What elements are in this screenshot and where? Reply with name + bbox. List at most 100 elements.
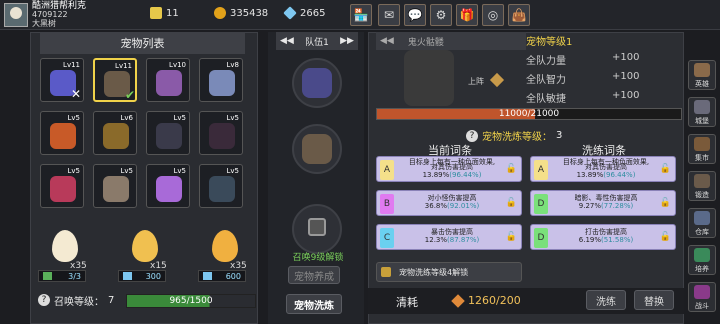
player-title: 大黑树 — [32, 19, 56, 28]
side-menu-icon — [694, 285, 710, 299]
pet-level-label: Lv5 — [226, 167, 240, 175]
lock-icon[interactable]: 🔓 — [660, 232, 671, 242]
pet-level-label: Lv5 — [67, 167, 81, 175]
diamond-icon — [283, 6, 297, 20]
affix-desc: 暗影、毒性伤害提高 — [574, 194, 638, 202]
egg-icon — [132, 230, 158, 262]
affix-desc: 暴击伤害提高 — [431, 228, 473, 236]
pet-level: 宠物等级1 — [526, 37, 573, 48]
egg-1[interactable]: x35 — [42, 226, 88, 276]
mail-icon[interactable]: ✉ — [378, 4, 400, 26]
side-menu-icon — [694, 174, 710, 188]
pet-cell[interactable]: Lv5 — [40, 111, 84, 155]
pet-wash-button[interactable]: 宠物洗炼 — [286, 294, 342, 314]
side-menu-item[interactable]: 培养 — [688, 245, 716, 275]
washed-affix-list: A 目标身上每有一种负面效果, 对其伤害提高 13.89%(96.44%) 🔓 D 暗影、毒… — [530, 156, 680, 256]
pet-cell[interactable]: Lv5 — [199, 164, 243, 208]
wash-stone-icon — [451, 293, 465, 308]
side-menu-label: 锻造 — [695, 191, 709, 199]
affix-line-2: 暗影、毒性伤害提高 9.27%(77.28%) — [551, 194, 661, 210]
affix-desc: 对其伤害提高 — [431, 163, 473, 171]
affix-range: (92.01%) — [447, 202, 480, 210]
pet-cell[interactable]: Lv5 — [199, 111, 243, 155]
affix-card[interactable]: D 暗影、毒性伤害提高 9.27%(77.28%) 🔓 — [530, 190, 676, 216]
pet-cell[interactable]: Lv5 — [146, 111, 190, 155]
side-menu-item[interactable]: 集市 — [688, 134, 716, 164]
affix-card[interactable]: D 打击伤害提高 6.19%(51.58%) 🔓 — [530, 224, 676, 250]
chat-icon[interactable]: 💬 — [404, 4, 426, 26]
affix-card[interactable]: C 暴击伤害提高 12.3%(87.87%) 🔓 — [376, 224, 522, 250]
pet-cell[interactable]: Lv10 — [146, 58, 190, 102]
pet-cell[interactable]: Lv5 — [146, 164, 190, 208]
affix-line-2: 打击伤害提高 6.19%(51.58%) — [551, 228, 661, 244]
pet-award-button[interactable]: 宠物养成 — [288, 266, 340, 284]
pet-sprite — [156, 176, 182, 202]
affix-desc: 打击伤害提高 — [585, 228, 627, 236]
side-menu-icon — [694, 63, 710, 77]
egg-cost-value: 300 — [145, 271, 161, 281]
team-slot-1[interactable] — [292, 58, 342, 108]
pet-cell[interactable]: Lv11 ✕ — [40, 58, 84, 102]
pet-sprite — [209, 70, 235, 96]
player-avatar[interactable] — [4, 3, 28, 27]
chevron-left-icon[interactable]: ◀◀ — [380, 36, 394, 46]
affix-range: (51.58%) — [601, 236, 634, 244]
affix-range: (96.44%) — [449, 171, 482, 179]
summon-xp-text: 965/1500 — [169, 296, 213, 306]
gold-currency: 335438 — [214, 7, 268, 19]
lottery-wheel-icon[interactable]: ◎ — [482, 4, 504, 26]
side-menu-item[interactable]: 战斗 — [688, 282, 716, 312]
side-menu-item[interactable]: 锻造 — [688, 171, 716, 201]
egg-cost: 600 — [198, 270, 246, 282]
settings-icon[interactable]: ⚙ — [430, 4, 452, 26]
side-menu-item[interactable]: 城堡 — [688, 97, 716, 127]
pencil-currency: 11 — [150, 7, 179, 19]
lock-icon[interactable]: 🔓 — [506, 232, 517, 242]
lock-icon[interactable]: 🔓 — [660, 198, 671, 208]
lock-icon — [308, 218, 326, 236]
lock-icon[interactable]: 🔓 — [660, 164, 671, 174]
chevron-right-icon[interactable]: ▶▶ — [340, 36, 354, 46]
egg-3[interactable]: x35 — [202, 226, 248, 276]
gift-icon[interactable]: 🎁 — [456, 4, 478, 26]
pet-cell[interactable]: Lv11 ✔ — [93, 58, 137, 102]
pet-grid[interactable]: Lv11 ✕ Lv11 ✔ Lv10 Lv8 Lv5 Lv6 Lv5 Lv5 Lv5 Lv5 Lv5 Lv… — [36, 58, 256, 248]
stat-agility-value: +100 — [612, 90, 640, 101]
affix-card[interactable]: B 对小怪伤害提高 36.8%(92.01%) 🔓 — [376, 190, 522, 216]
pet-cell[interactable]: Lv6 — [93, 111, 137, 155]
pet-portrait — [302, 134, 332, 164]
chevron-left-icon[interactable]: ◀◀ — [280, 36, 294, 46]
pet-sprite — [209, 176, 235, 202]
side-menu-item[interactable]: 英雄 — [688, 60, 716, 90]
affix-value: 9.27% — [578, 202, 602, 210]
side-menu-item[interactable]: 仓库 — [688, 208, 716, 238]
replace-button[interactable]: 替换 — [634, 290, 674, 310]
pet-cell[interactable]: Lv8 — [199, 58, 243, 102]
bag-icon[interactable]: 👜 — [508, 4, 530, 26]
affix-card[interactable]: A 目标身上每有一种负面效果, 对其伤害提高 13.89%(96.44%) 🔓 — [530, 156, 676, 182]
wash-button[interactable]: 洗练 — [586, 290, 626, 310]
affix-card[interactable]: A 目标身上每有一种负面效果, 对其伤害提高 13.89%(96.44%) 🔓 — [376, 156, 522, 182]
team-header: ◀◀ 队伍1 ▶▶ — [276, 32, 358, 50]
shop-icon[interactable]: 🏪 — [350, 4, 372, 26]
pet-hp-bar: 11000/21000 — [376, 108, 682, 120]
affix-grade-a: A — [380, 160, 394, 180]
hp-text: 11000/21000 — [498, 109, 560, 119]
help-icon[interactable]: ? — [38, 294, 50, 306]
pet-sprite — [209, 123, 235, 149]
stat-strength-value: +100 — [612, 52, 640, 63]
pet-level-label: Lv11 — [115, 62, 132, 70]
side-menu-label: 仓库 — [695, 228, 709, 236]
stat-agility-label: 全队敏捷 — [526, 94, 566, 105]
team-slot-2[interactable] — [292, 124, 342, 174]
egg-icon — [212, 230, 238, 262]
egg-2[interactable]: x15 — [122, 226, 168, 276]
pet-list-title: 宠物列表 — [40, 32, 245, 54]
team-slot-3-locked[interactable] — [292, 204, 342, 254]
pet-cell[interactable]: Lv5 — [93, 164, 137, 208]
side-menu-icon — [694, 137, 710, 151]
help-icon[interactable]: ? — [466, 129, 478, 142]
lock-icon[interactable]: 🔓 — [506, 164, 517, 174]
lock-icon[interactable]: 🔓 — [506, 198, 517, 208]
pet-cell[interactable]: Lv5 — [40, 164, 84, 208]
